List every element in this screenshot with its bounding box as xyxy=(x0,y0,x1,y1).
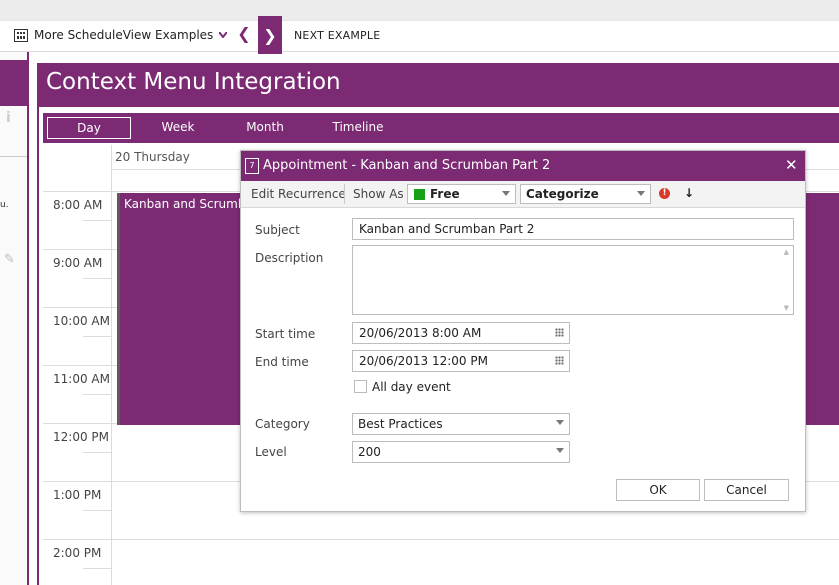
scroll-down-icon[interactable]: ▼ xyxy=(784,304,789,312)
dialog-toolbar: Edit Recurrence Show As Free Categorize … xyxy=(241,181,805,208)
tab-day[interactable]: Day xyxy=(47,117,131,139)
previous-example-button[interactable]: ❮ xyxy=(236,24,252,46)
start-time-picker[interactable]: 20/06/2013 8:00 AM xyxy=(352,322,570,344)
toolbar-shade xyxy=(0,0,839,20)
left-panel-text-fragment: u. xyxy=(0,200,9,210)
time-slot-label: 12:00 PM xyxy=(53,430,109,444)
chevron-down-icon xyxy=(637,191,645,196)
chevron-down-icon xyxy=(556,448,564,453)
level-label: Level xyxy=(255,445,287,459)
dialog-header[interactable]: 7 Appointment - Kanban and Scrumban Part… xyxy=(241,151,805,181)
start-time-value: 20/06/2013 8:00 AM xyxy=(359,326,482,340)
half-hour-tick xyxy=(83,452,111,453)
half-hour-tick xyxy=(83,568,111,569)
tab-timeline[interactable]: Timeline xyxy=(321,117,395,137)
description-textarea[interactable]: ▲ ▼ xyxy=(352,245,794,315)
top-toolbar: More ScheduleView Examples ❮ ❯ NEXT EXAM… xyxy=(0,0,839,54)
time-slot-label: 11:00 AM xyxy=(53,372,110,386)
calendar-icon: 7 xyxy=(245,158,259,174)
half-hour-tick xyxy=(83,394,111,395)
low-importance-icon[interactable]: ↓ xyxy=(684,186,694,200)
left-panel: i u. ✎ xyxy=(0,52,29,585)
close-icon[interactable]: ✕ xyxy=(785,156,798,174)
time-slot-label: 9:00 AM xyxy=(53,256,103,270)
chevron-down-icon xyxy=(556,420,564,425)
time-slot-label: 2:00 PM xyxy=(53,546,102,560)
time-slot-label: 1:00 PM xyxy=(53,488,102,502)
datetime-picker-icon[interactable] xyxy=(555,328,564,337)
subject-value: Kanban and Scrumban Part 2 xyxy=(359,222,535,236)
dialog-title: Appointment - Kanban and Scrumban Part 2 xyxy=(263,158,551,173)
left-panel-divider xyxy=(0,156,27,157)
show-as-label: Show As xyxy=(353,187,404,201)
info-icon[interactable]: i xyxy=(6,110,11,126)
start-time-label: Start time xyxy=(255,327,316,341)
high-importance-icon[interactable]: ! xyxy=(659,188,670,199)
day-header[interactable]: 20 Thursday xyxy=(115,150,190,164)
more-examples-button[interactable]: More ScheduleView Examples xyxy=(14,26,228,44)
half-hour-tick xyxy=(83,510,111,511)
wrench-icon[interactable]: ✎ xyxy=(4,252,15,267)
subject-label: Subject xyxy=(255,223,300,237)
more-examples-label: More ScheduleView Examples xyxy=(34,28,214,42)
end-time-value: 20/06/2013 12:00 PM xyxy=(359,354,488,368)
view-tab-bar: Day Week Month Timeline xyxy=(43,113,839,143)
category-label: Category xyxy=(255,417,310,431)
toolbar-separator xyxy=(344,184,345,204)
description-label: Description xyxy=(255,251,324,265)
tab-month[interactable]: Month xyxy=(233,117,297,137)
half-hour-tick xyxy=(83,220,111,221)
chevron-right-icon: ❯ xyxy=(263,25,277,45)
all-day-label[interactable]: All day event xyxy=(372,380,451,394)
free-status-swatch xyxy=(414,189,425,200)
end-time-picker[interactable]: 20/06/2013 12:00 PM xyxy=(352,350,570,372)
half-hour-tick xyxy=(83,278,111,279)
scroll-up-icon[interactable]: ▲ xyxy=(784,248,789,256)
cancel-button[interactable]: Cancel xyxy=(704,479,789,501)
category-dropdown[interactable]: Best Practices xyxy=(352,413,570,435)
ok-button[interactable]: OK xyxy=(616,479,700,501)
show-as-value: Free xyxy=(430,187,460,201)
categorize-label: Categorize xyxy=(526,187,599,201)
half-hour-tick xyxy=(83,336,111,337)
next-example-link[interactable]: NEXT EXAMPLE xyxy=(294,29,380,42)
examples-grid-icon xyxy=(14,28,28,42)
datetime-picker-icon[interactable] xyxy=(555,356,564,365)
chevron-left-icon: ❮ xyxy=(237,24,251,43)
hour-line xyxy=(43,539,839,540)
title-bar: Context Menu Integration xyxy=(39,63,839,107)
all-day-checkbox[interactable] xyxy=(354,380,367,393)
left-panel-header xyxy=(0,60,27,106)
page-title: Context Menu Integration xyxy=(46,69,341,95)
categorize-dropdown[interactable]: Categorize xyxy=(520,184,651,204)
chevron-down-icon xyxy=(219,32,228,38)
level-dropdown[interactable]: 200 xyxy=(352,441,570,463)
chevron-down-icon xyxy=(502,191,510,196)
appointment-dialog: 7 Appointment - Kanban and Scrumban Part… xyxy=(240,150,806,512)
time-slot-label: 8:00 AM xyxy=(53,198,103,212)
tab-week[interactable]: Week xyxy=(148,117,208,137)
time-slot-label: 10:00 AM xyxy=(53,314,110,328)
next-example-button[interactable]: ❯ xyxy=(258,16,282,54)
category-value: Best Practices xyxy=(358,417,443,431)
edit-recurrence-button[interactable]: Edit Recurrence xyxy=(251,187,346,201)
subject-input[interactable]: Kanban and Scrumban Part 2 xyxy=(352,218,794,240)
level-value: 200 xyxy=(358,445,381,459)
end-time-label: End time xyxy=(255,355,309,369)
show-as-dropdown[interactable]: Free xyxy=(407,184,516,204)
